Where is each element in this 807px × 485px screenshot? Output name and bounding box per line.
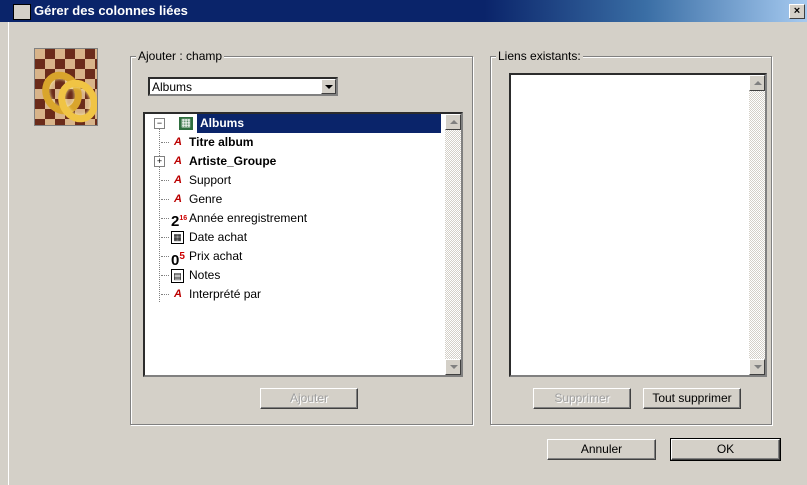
add-button[interactable]: Ajouter [260, 388, 358, 409]
tree-item-label: Albums [197, 114, 441, 133]
chevron-down-icon[interactable] [321, 79, 336, 94]
tree-line [161, 180, 169, 181]
integer-field-icon: 216 [171, 213, 188, 230]
app-icon [13, 4, 31, 20]
title-bar[interactable]: Gérer des colonnes liées × [0, 0, 807, 22]
tree-item-label: Prix achat [189, 249, 243, 263]
tree-scrollbar[interactable] [445, 114, 461, 375]
tree-item-label: Artiste_Groupe [189, 154, 277, 168]
field-tree[interactable]: − ▦ Albums A Titre album + A Artiste_Gro… [143, 112, 463, 377]
tree-line [161, 237, 169, 238]
scroll-down-icon[interactable] [749, 359, 765, 375]
existing-links-legend: Liens existants: [496, 49, 583, 63]
tree-line [161, 142, 169, 143]
text-field-icon: A [174, 136, 182, 148]
linked-rings-logo [34, 48, 98, 126]
window-title: Gérer des colonnes liées [34, 3, 188, 18]
collapse-icon[interactable]: − [154, 118, 165, 129]
text-field-icon: A [174, 155, 182, 167]
tree-item-label: Support [189, 173, 232, 187]
tree-line [161, 218, 169, 219]
existing-links-list[interactable] [509, 73, 767, 377]
expand-icon[interactable]: + [154, 156, 165, 167]
ok-button[interactable]: OK [670, 438, 781, 461]
tree-item-label: Interprété par [189, 287, 262, 301]
tree-line [161, 199, 169, 200]
text-field-icon: A [174, 174, 182, 186]
tree-item-label: Année enregistrement [189, 211, 308, 225]
scroll-up-icon[interactable] [749, 75, 765, 91]
tree-line [161, 294, 169, 295]
cancel-button[interactable]: Annuler [547, 439, 656, 460]
real-field-icon: 05 [171, 251, 185, 269]
tree-item-label: Notes [189, 268, 221, 282]
table-icon: ▦ [179, 117, 193, 130]
text-block-icon: ▤ [171, 269, 184, 283]
tree-line [161, 256, 169, 257]
scroll-down-icon[interactable] [445, 359, 461, 375]
scroll-up-icon[interactable] [445, 114, 461, 130]
tree-line [161, 275, 169, 276]
text-field-icon: A [174, 288, 182, 300]
table-select[interactable]: Albums [148, 77, 338, 96]
delete-button[interactable]: Supprimer [533, 388, 631, 409]
table-select-value: Albums [152, 80, 193, 94]
text-field-icon: A [174, 193, 182, 205]
add-field-legend: Ajouter : champ [136, 49, 225, 63]
links-scrollbar[interactable] [749, 75, 765, 375]
tree-item-label: Date achat [189, 230, 248, 244]
delete-all-button[interactable]: Tout supprimer [643, 388, 741, 409]
tree-line [159, 126, 160, 302]
tree-item-label: Genre [189, 192, 223, 206]
close-button[interactable]: × [789, 4, 805, 19]
tree-item-label: Titre album [189, 135, 254, 149]
date-field-icon: ▦ [171, 231, 184, 244]
